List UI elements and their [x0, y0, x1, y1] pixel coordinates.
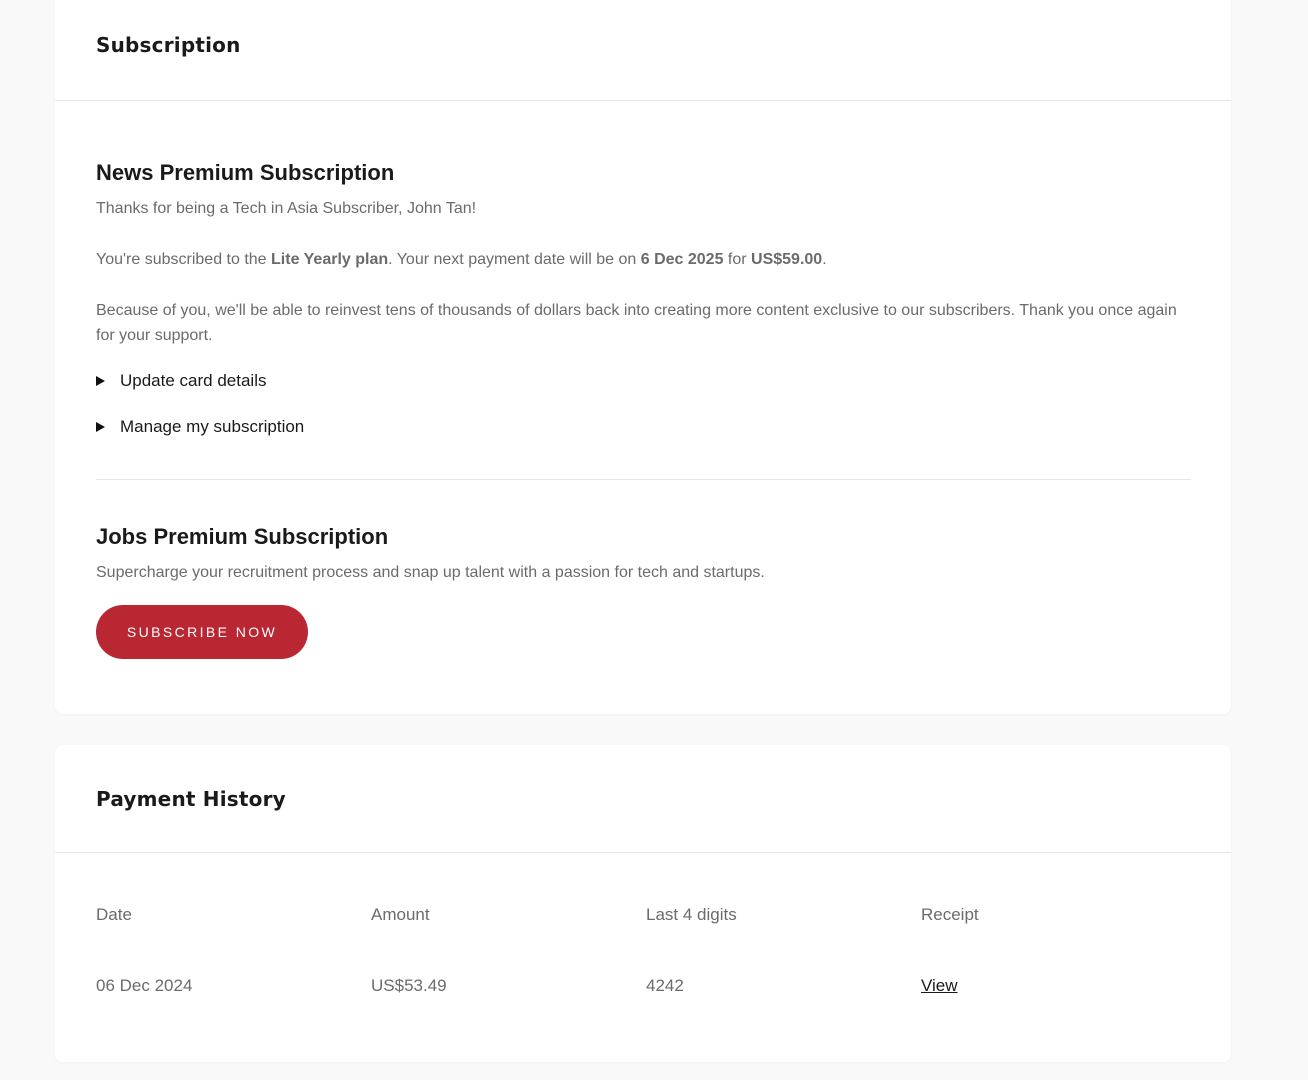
triangle-right-icon [96, 422, 105, 432]
payment-history-table: Date Amount Last 4 digits Receipt 06 Dec… [96, 905, 1196, 1001]
manage-subscription-label: Manage my subscription [120, 417, 305, 436]
plan-text-for: for [723, 251, 752, 268]
jobs-premium-title: Jobs Premium Subscription [96, 524, 389, 549]
subscription-card: Subscription News Premium Subscription T… [55, 0, 1231, 714]
table-row: 06 Dec 2024 US$53.49 4242 View [96, 976, 1196, 1001]
plan-text-suffix: . [822, 251, 827, 268]
next-payment-date: 6 Dec 2025 [640, 251, 724, 268]
view-receipt-link[interactable]: View [921, 976, 958, 996]
table-header-row: Date Amount Last 4 digits Receipt [96, 905, 1196, 930]
news-premium-title: News Premium Subscription [96, 160, 395, 185]
triangle-right-icon [96, 376, 105, 386]
news-thanks-text: Thanks for being a Tech in Asia Subscrib… [96, 200, 477, 217]
column-header-amount: Amount [371, 905, 430, 924]
news-plan-text: You're subscribed to the Lite Yearly pla… [96, 247, 1196, 272]
next-payment-amount: US$59.00 [751, 251, 823, 268]
subscription-card-header: Subscription [55, 0, 1231, 101]
section-divider [96, 479, 1191, 480]
column-header-receipt: Receipt [921, 905, 979, 924]
jobs-description-text: Supercharge your recruitment process and… [96, 564, 765, 581]
plan-text-mid: . Your next payment date will be on [388, 251, 641, 268]
payment-last4: 4242 [646, 976, 684, 995]
news-reinvest-text: Because of you, we'll be able to reinves… [96, 302, 1177, 344]
plan-text-prefix: You're subscribed to the [96, 251, 272, 268]
plan-name: Lite Yearly plan [271, 251, 389, 268]
payment-amount: US$53.49 [371, 976, 447, 995]
payment-date: 06 Dec 2024 [96, 976, 193, 995]
payment-history-title: Payment History [96, 787, 286, 811]
manage-subscription-toggle[interactable]: Manage my subscription [96, 417, 304, 437]
column-header-date: Date [96, 905, 132, 924]
column-header-last4: Last 4 digits [646, 905, 737, 924]
payment-history-header: Payment History [55, 745, 1231, 853]
subscribe-now-button[interactable]: SUBSCRIBE NOW [96, 605, 308, 659]
subscription-card-title: Subscription [96, 33, 241, 57]
update-card-details-label: Update card details [120, 371, 267, 390]
update-card-details-toggle[interactable]: Update card details [96, 371, 266, 391]
payment-history-card: Payment History Date Amount Last 4 digit… [55, 745, 1231, 1062]
